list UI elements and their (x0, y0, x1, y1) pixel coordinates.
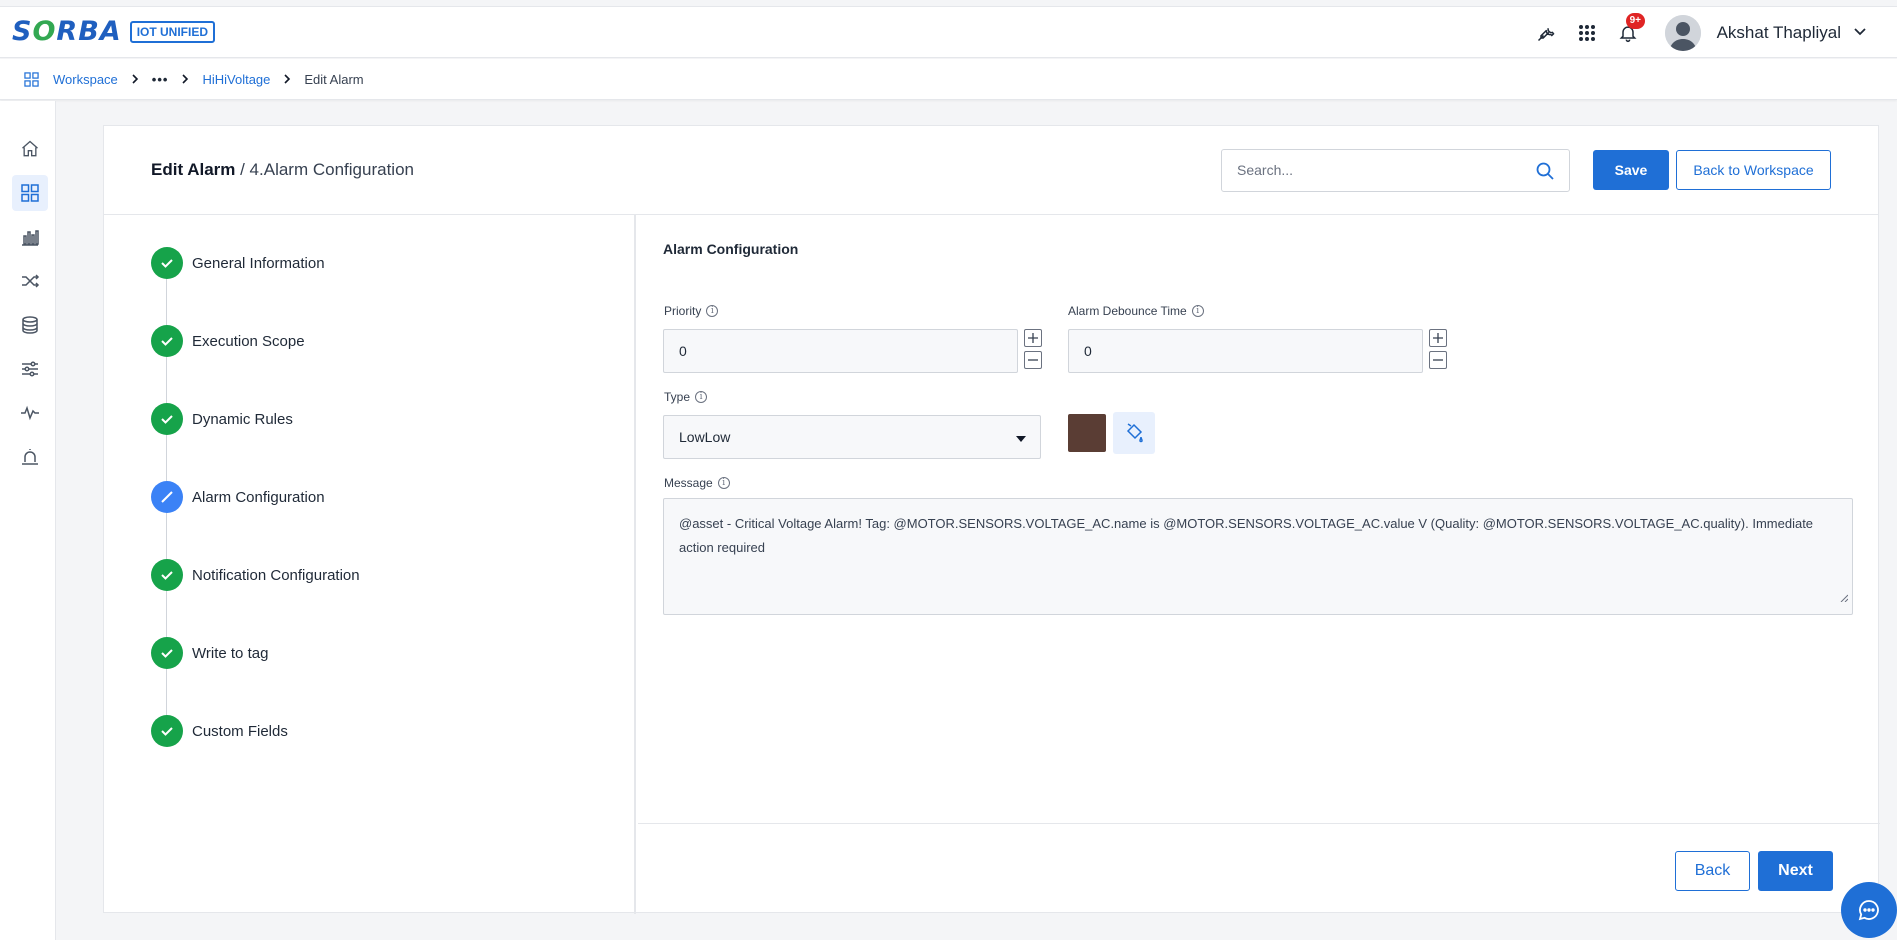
chevron-down-icon[interactable] (1853, 24, 1867, 43)
alarm-configuration-form: Alarm Configuration Priority i 0 Alarm De… (638, 215, 1880, 914)
paint-bucket-icon[interactable] (1113, 412, 1155, 454)
check-icon (151, 559, 183, 591)
step-notification-configuration[interactable]: Notification Configuration (151, 559, 360, 591)
type-select[interactable]: LowLow (663, 415, 1041, 459)
step-label: Dynamic Rules (192, 410, 293, 428)
step-label: General Information (192, 254, 325, 272)
priority-label: Priority i (664, 304, 719, 318)
step-dynamic-rules[interactable]: Dynamic Rules (151, 403, 293, 435)
chat-icon[interactable] (1841, 882, 1897, 938)
step-general-information[interactable]: General Information (151, 247, 325, 279)
flows-icon[interactable] (12, 263, 48, 299)
plus-icon[interactable] (1429, 329, 1447, 347)
logo-badge: IOT UNIFIED (129, 21, 216, 43)
step-label: Notification Configuration (192, 566, 360, 584)
message-label: Message i (664, 476, 730, 490)
step-label: Alarm Configuration (192, 488, 325, 506)
info-icon[interactable]: i (1191, 305, 1204, 317)
footer-divider (638, 823, 1880, 824)
settings-sliders-icon[interactable] (12, 351, 48, 387)
caret-down-icon (1016, 436, 1026, 442)
card-header: Edit Alarm / 4.Alarm Configuration Save … (104, 126, 1878, 215)
message-textarea[interactable]: @asset - Critical Voltage Alarm! Tag: @M… (663, 498, 1853, 615)
debounce-input[interactable]: 0 (1068, 329, 1423, 373)
pencil-icon (151, 481, 183, 513)
notification-badge: 9+ (1625, 13, 1645, 29)
page-title: Edit Alarm / 4.Alarm Configuration (151, 160, 414, 179)
breadcrumb-parent[interactable]: HiHiVoltage (202, 72, 270, 87)
next-button[interactable]: Next (1758, 851, 1833, 891)
message-text: @asset - Critical Voltage Alarm! Tag: @M… (679, 516, 1814, 555)
grid-icon[interactable] (24, 71, 39, 87)
info-icon[interactable]: i (717, 477, 730, 489)
step-execution-scope[interactable]: Execution Scope (151, 325, 305, 357)
activity-icon[interactable] (12, 395, 48, 431)
apps-grid-icon[interactable] (1575, 21, 1599, 45)
search-icon[interactable] (1535, 161, 1555, 186)
step-label: Write to tag (192, 644, 269, 662)
sidebar (0, 101, 56, 940)
logo-text: SORBA (12, 16, 122, 47)
step-label: Custom Fields (192, 722, 288, 740)
analytics-icon[interactable] (12, 219, 48, 255)
alarm-icon[interactable] (12, 439, 48, 475)
breadcrumb-current: Edit Alarm (304, 71, 364, 87)
wizard-stepper: General Information Execution Scope Dyna… (104, 215, 636, 914)
minus-icon[interactable] (1429, 351, 1447, 369)
info-icon[interactable]: i (695, 391, 708, 403)
minus-icon[interactable] (1024, 351, 1042, 369)
check-icon (151, 247, 183, 279)
user-name[interactable]: Akshat Thapliyal (1717, 23, 1841, 43)
avatar[interactable] (1664, 15, 1701, 51)
type-select-value: LowLow (679, 429, 731, 445)
app-logo[interactable]: SORBA IOT UNIFIED (12, 16, 216, 47)
search-input[interactable] (1222, 150, 1512, 190)
type-label: Type i (664, 390, 708, 404)
plus-icon[interactable] (1024, 329, 1042, 347)
priority-input[interactable]: 0 (663, 329, 1018, 373)
back-button[interactable]: Back (1675, 851, 1750, 891)
edit-alarm-card: Edit Alarm / 4.Alarm Configuration Save … (103, 125, 1880, 914)
bell-icon[interactable]: 9+ (1616, 13, 1645, 45)
debounce-label: Alarm Debounce Time i (1068, 304, 1204, 318)
check-icon (151, 637, 183, 669)
step-custom-fields[interactable]: Custom Fields (151, 715, 288, 747)
breadcrumb-workspace[interactable]: Workspace (53, 72, 118, 87)
resize-handle-icon[interactable] (1840, 586, 1849, 610)
breadcrumb-ellipsis[interactable]: ••• (152, 72, 169, 87)
chevron-right-icon (130, 74, 140, 84)
chevron-right-icon (282, 74, 292, 84)
step-write-to-tag[interactable]: Write to tag (151, 637, 268, 669)
wrench-icon[interactable] (1534, 21, 1558, 45)
debounce-stepper (1429, 329, 1447, 369)
back-to-workspace-button[interactable]: Back to Workspace (1676, 150, 1831, 190)
dashboard-icon[interactable] (12, 175, 48, 211)
check-icon (151, 715, 183, 747)
step-alarm-configuration[interactable]: Alarm Configuration (151, 481, 325, 513)
chevron-right-icon (180, 74, 190, 84)
save-button[interactable]: Save (1593, 150, 1669, 190)
check-icon (151, 325, 183, 357)
database-icon[interactable] (12, 307, 48, 343)
breadcrumb: Workspace ••• HiHiVoltage Edit Alarm (0, 59, 1897, 100)
type-color-swatch[interactable] (1068, 414, 1106, 452)
info-icon[interactable]: i (706, 305, 719, 317)
section-title: Alarm Configuration (663, 241, 799, 257)
home-icon[interactable] (12, 131, 48, 167)
check-icon (151, 403, 183, 435)
top-bar: SORBA IOT UNIFIED 9+ Akshat Thapliyal (0, 6, 1897, 58)
priority-stepper (1024, 329, 1042, 369)
step-label: Execution Scope (192, 332, 305, 350)
search-box (1221, 149, 1570, 192)
